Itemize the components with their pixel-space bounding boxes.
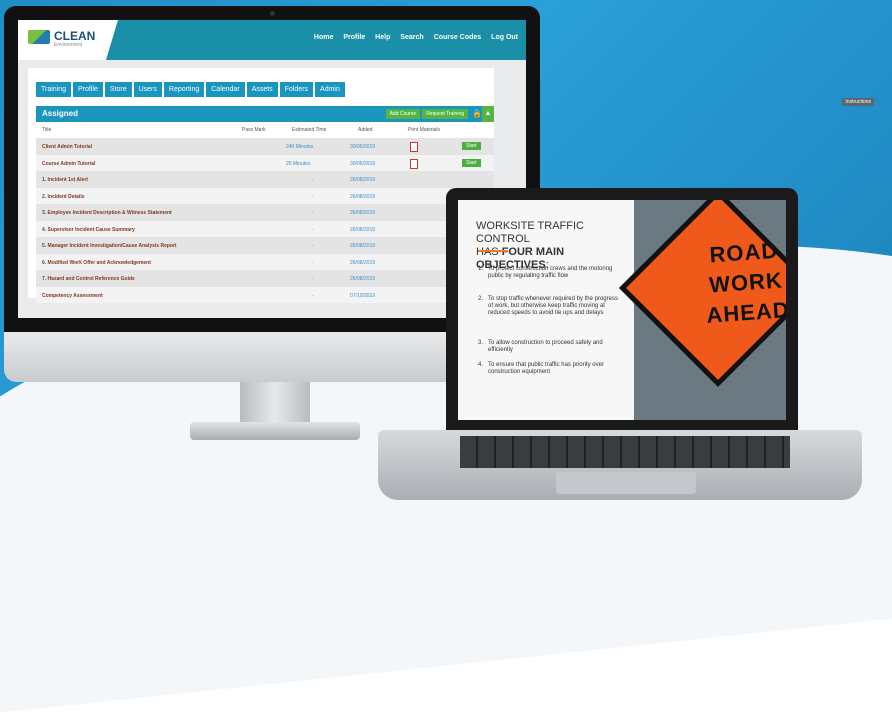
table-row[interactable]: Course Admin Tutorial 20 Minutes 30/05/201… <box>36 154 494 171</box>
nav-help[interactable]: Help <box>375 34 390 41</box>
row-added-date: 26/08/2019 <box>350 259 376 266</box>
lock-icon[interactable]: 🔒 <box>472 109 482 118</box>
col-estimated-time[interactable]: Estimated Time <box>292 127 326 133</box>
logo[interactable]: CLEAN Environment <box>18 20 118 60</box>
table-row[interactable]: 1. Incident 1st Alert - 26/08/2019 <box>36 171 494 188</box>
row-added-date: 26/08/2019 <box>350 193 376 200</box>
row-estimated-time: 240 Minutes <box>286 144 314 150</box>
row-estimated-time-empty: - <box>312 210 314 216</box>
row-added-date: 26/08/2019 <box>350 243 376 249</box>
row-estimated-time-empty: - <box>312 193 314 200</box>
row-title[interactable]: 1. Incident 1st Alert <box>42 177 88 183</box>
row-title[interactable]: 3. Employee Incident Description & Witne… <box>42 210 172 216</box>
row-added-date: 26/08/2019 <box>350 276 376 282</box>
row-added-date: 26/08/2019 <box>350 226 376 233</box>
objective-text: To allow construction to proceed safely … <box>488 340 603 353</box>
add-course-button[interactable]: Add Course <box>385 109 420 119</box>
tab-assets[interactable]: Assets <box>246 82 278 97</box>
row-estimated-time-empty: - <box>312 292 314 299</box>
row-estimated-time-empty: - <box>312 243 314 249</box>
row-added-date: 26/08/2019 <box>350 177 376 183</box>
col-print-materials: Print Materials <box>408 127 440 133</box>
road-sign-text: ROAD WORK AHEAD <box>705 237 786 328</box>
row-title[interactable]: Competency Assessment <box>42 293 103 299</box>
objective-text: To ensure that public traffic has priori… <box>488 362 604 375</box>
logo-text: CLEAN <box>54 29 96 43</box>
tab-reporting[interactable]: Reporting <box>163 82 205 97</box>
collapse-icon[interactable]: ▲ <box>482 106 494 122</box>
table-row[interactable]: 6. Modified Work Offer and Acknowledgeme… <box>36 253 494 270</box>
slide-title: WORKSITE TRAFFIC CONTROL HAS FOUR MAIN O… <box>476 220 584 271</box>
pdf-icon[interactable] <box>410 158 418 169</box>
trackpad <box>556 472 696 494</box>
objective-number: 2. <box>478 296 484 302</box>
col-title[interactable]: Title <box>42 127 51 133</box>
row-added-date: 07/10/2019 <box>350 292 376 299</box>
row-estimated-time-empty: - <box>312 177 314 183</box>
row-estimated-time: 20 Minutes <box>286 160 311 167</box>
tab-profile[interactable]: Profile <box>73 82 103 97</box>
objective-number: 4. <box>478 362 484 368</box>
slide-text-panel: WORKSITE TRAFFIC CONTROL HAS FOUR MAIN O… <box>458 200 634 420</box>
row-added-date: 26/08/2019 <box>350 210 376 216</box>
col-pass-mark[interactable]: Pass Mark <box>242 127 266 133</box>
nav-course-codes[interactable]: Course Codes <box>434 34 481 41</box>
webcam-icon <box>270 11 275 16</box>
row-title[interactable]: 7. Hazard and Control Reference Guide <box>42 276 135 282</box>
nav-profile[interactable]: Profile <box>343 34 365 41</box>
table-row[interactable]: Client Admin Tutorial 240 Minutes 30/05/20… <box>36 138 494 155</box>
objective-text: To protect construction crews and the mo… <box>488 266 613 279</box>
col-added[interactable]: Added <box>358 127 372 133</box>
slide-accent-rule <box>478 250 508 252</box>
tab-admin[interactable]: Admin <box>315 82 345 97</box>
tab-calendar[interactable]: Calendar <box>206 82 245 97</box>
row-estimated-time-empty: - <box>312 276 314 282</box>
nav-search[interactable]: Search <box>400 34 423 41</box>
table-row[interactable]: Competency Assessment - 07/10/2019 <box>36 286 494 303</box>
table-header: Title Pass Mark Estimated Time Added Pri… <box>36 126 494 136</box>
keyboard <box>460 436 790 468</box>
section-title: Assigned <box>42 109 79 118</box>
app-header: CLEAN Environment Home Profile Help Sear… <box>18 20 526 60</box>
logo-subtext: Environment <box>54 42 83 48</box>
table-row[interactable]: 4. Supervisor Incident Cause Summary - 26/… <box>36 220 494 237</box>
top-nav: Home Profile Help Search Course Codes Lo… <box>314 34 518 41</box>
assigned-table: Client Admin Tutorial 240 Minutes 30/05/20… <box>36 138 494 303</box>
monitor-base <box>190 422 360 440</box>
tab-users[interactable]: Users <box>133 82 162 97</box>
tab-store[interactable]: Store <box>104 82 132 97</box>
table-row[interactable]: 7. Hazard and Control Reference Guide - 26… <box>36 270 494 287</box>
tab-folders[interactable]: Folders <box>279 82 314 97</box>
assigned-header: Assigned Add Course Request Training 🔒 ▲ <box>36 106 494 122</box>
row-title[interactable]: 5. Manager Incident Investigation/Cause … <box>42 243 177 249</box>
table-row[interactable]: 5. Manager Incident Investigation/Cause … <box>36 237 494 254</box>
objective-number: 3. <box>478 340 484 346</box>
pdf-icon[interactable] <box>410 142 418 152</box>
row-title[interactable]: Course Admin Tutorial <box>42 161 95 167</box>
nav-log-out[interactable]: Log Out <box>491 34 518 41</box>
logo-mark-icon <box>28 30 50 44</box>
instructions-toggle[interactable]: Instructions <box>842 98 874 106</box>
objective-text: To stop traffic whenever required by the… <box>488 296 618 316</box>
row-estimated-time-empty: - <box>312 226 314 233</box>
tab-training[interactable]: Training <box>36 82 72 97</box>
row-added-date: 30/05/2019 <box>350 144 376 150</box>
main-tabs: Training Profile Store Users Reporting C… <box>36 82 345 97</box>
row-estimated-time-empty: - <box>312 259 314 266</box>
row-added-date: 30/05/2019 <box>350 160 376 167</box>
row-title[interactable]: 2. Incident Details <box>42 194 85 200</box>
start-button[interactable]: Start <box>462 158 481 167</box>
row-title[interactable]: 6. Modified Work Offer and Acknowledgeme… <box>42 260 151 266</box>
table-row[interactable]: 2. Incident Details - 26/08/2019 <box>36 187 494 204</box>
row-title[interactable]: 4. Supervisor Incident Cause Summary <box>42 227 135 233</box>
request-training-button[interactable]: Request Training <box>422 109 468 119</box>
row-title[interactable]: Client Admin Tutorial <box>42 144 92 150</box>
table-row[interactable]: 3. Employee Incident Description & Witne… <box>36 204 494 221</box>
nav-home[interactable]: Home <box>314 34 333 41</box>
objective-number: 1. <box>478 266 484 272</box>
start-button[interactable]: Start <box>462 142 481 150</box>
laptop-screen: WORKSITE TRAFFIC CONTROL HAS FOUR MAIN O… <box>458 200 786 420</box>
